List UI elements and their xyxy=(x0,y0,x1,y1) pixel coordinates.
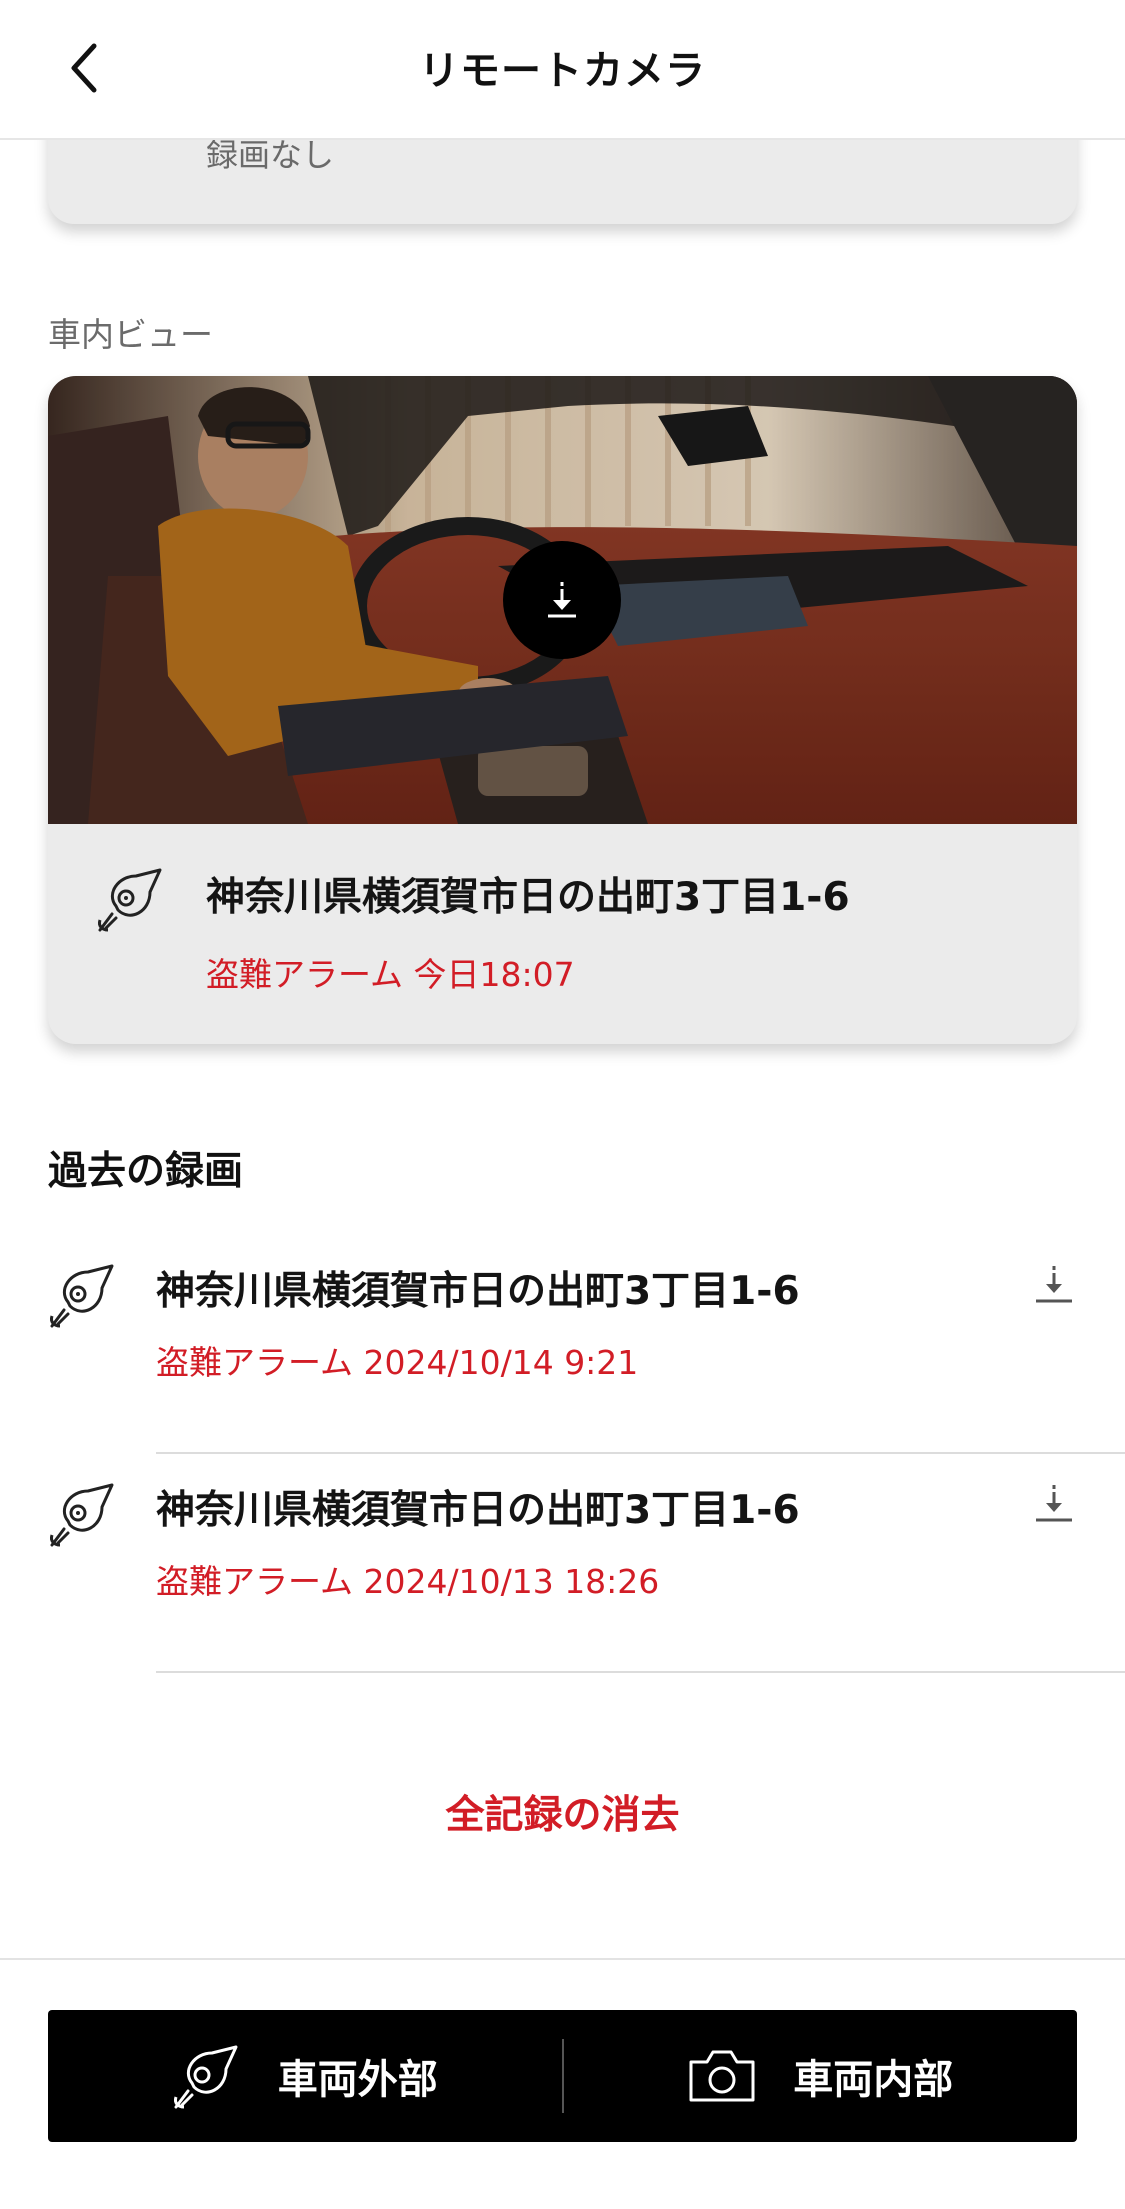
page-title: リモートカメラ xyxy=(419,48,706,94)
download-button[interactable] xyxy=(1028,1258,1080,1310)
download-button[interactable] xyxy=(503,541,621,659)
car-satellite-icon xyxy=(173,2045,238,2109)
download-icon xyxy=(1036,1266,1072,1303)
recording-row[interactable]: 神奈川県横須賀市日の出町3丁目1-6 盗難アラーム 2024/10/14 9:2… xyxy=(0,1236,1125,1454)
bottom-divider xyxy=(0,1958,1125,1960)
recording-address: 神奈川県横須賀市日の出町3丁目1-6 xyxy=(206,875,850,920)
exterior-camera-label: 車両外部 xyxy=(277,2057,438,2103)
recording-status: 盗難アラーム 今日18:07 xyxy=(206,955,575,994)
recording-row[interactable]: 神奈川県横須賀市日の出町3丁目1-6 盗難アラーム 2024/10/13 18:… xyxy=(0,1455,1125,1673)
interior-view-label: 車内ビュー xyxy=(48,315,213,354)
remote-camera-screen: 録画なし リモートカメラ 車内ビュー 神奈川県横須賀市日の出町3丁目1-6 盗難… xyxy=(0,0,1125,2209)
latest-recording-info: 神奈川県横須賀市日の出町3丁目1-6 盗難アラーム 今日18:07 xyxy=(48,824,1077,1044)
car-satellite-icon xyxy=(50,1264,114,1328)
camera-action-bar: 車両外部 車両内部 xyxy=(48,2010,1077,2142)
car-interior-photo[interactable] xyxy=(48,376,1077,824)
row-divider xyxy=(156,1671,1125,1673)
latest-recording-card[interactable]: 神奈川県横須賀市日の出町3丁目1-6 盗難アラーム 今日18:07 xyxy=(48,376,1077,1044)
recording-status: 盗難アラーム 2024/10/13 18:26 xyxy=(156,1562,660,1601)
interior-camera-label: 車両内部 xyxy=(793,2057,954,2103)
recording-address: 神奈川県横須賀市日の出町3丁目1-6 xyxy=(156,1269,800,1314)
download-icon xyxy=(548,582,576,618)
row-divider xyxy=(156,1452,1125,1454)
car-satellite-icon xyxy=(50,1483,114,1547)
header: リモートカメラ xyxy=(0,0,1125,140)
exterior-camera-button[interactable]: 車両外部 xyxy=(48,2010,562,2142)
interior-camera-button[interactable]: 車両内部 xyxy=(564,2010,1078,2142)
camera-icon xyxy=(689,2050,755,2102)
download-icon xyxy=(1036,1485,1072,1522)
download-button[interactable] xyxy=(1028,1477,1080,1529)
car-satellite-icon xyxy=(98,868,162,932)
past-recordings-title: 過去の録画 xyxy=(48,1149,244,1194)
recording-status: 盗難アラーム 2024/10/14 9:21 xyxy=(156,1343,639,1382)
clear-all-records-button[interactable]: 全記録の消去 xyxy=(0,1784,1125,1840)
recording-address: 神奈川県横須賀市日の出町3丁目1-6 xyxy=(156,1488,800,1533)
